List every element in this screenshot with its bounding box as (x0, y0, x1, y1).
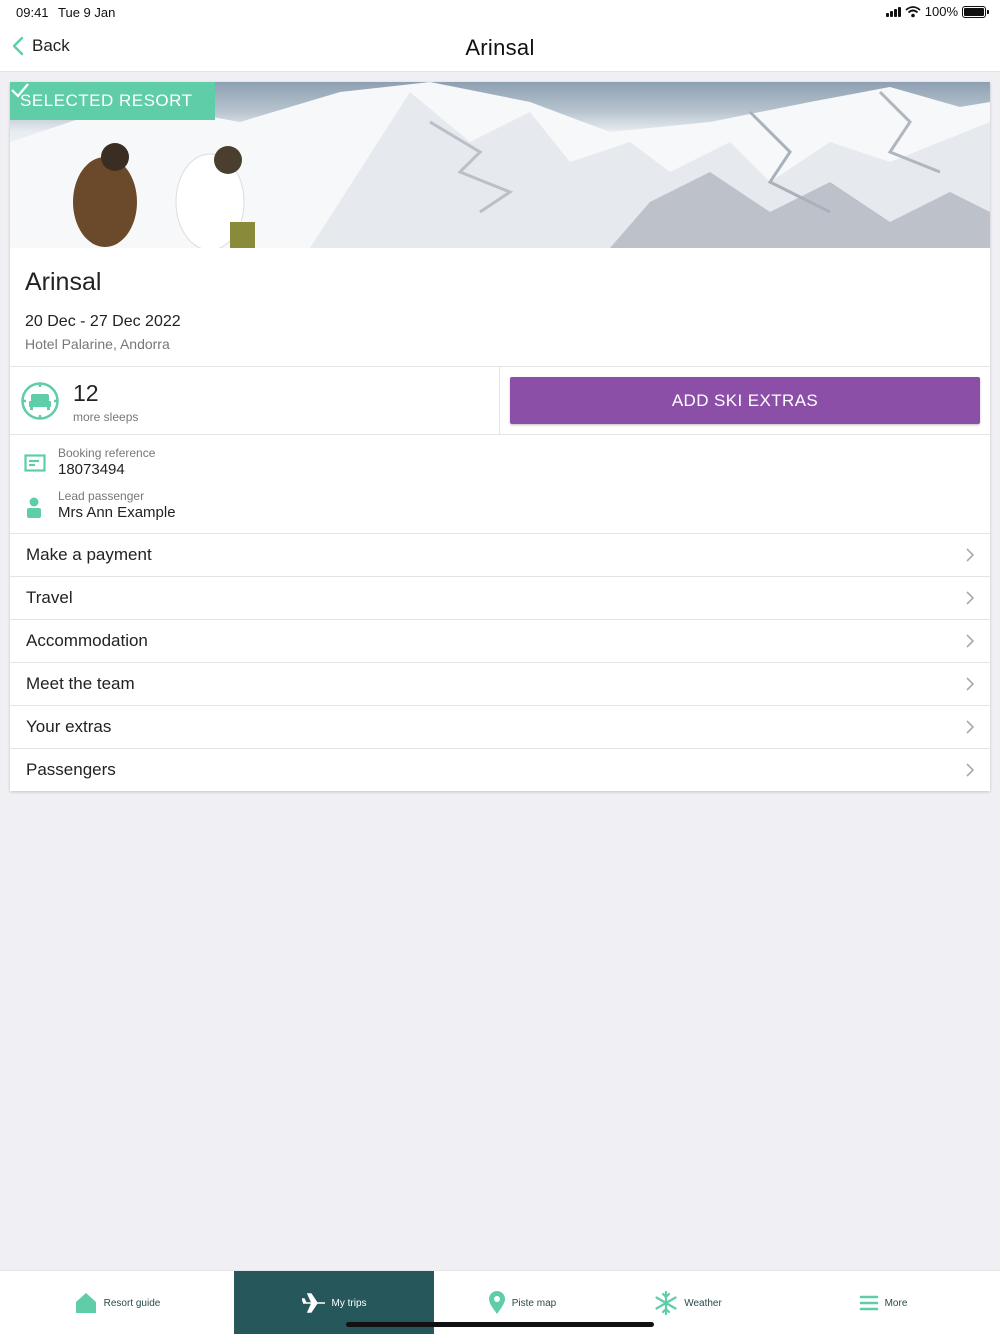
resort-hero-image: SELECTED RESORT (10, 82, 990, 248)
chevron-right-icon (966, 548, 974, 562)
menu-item-travel[interactable]: Travel (10, 576, 990, 619)
menu-item-label: Meet the team (26, 674, 135, 693)
menu-item-your-extras[interactable]: Your extras (10, 705, 990, 748)
booking-reference-value: 18073494 (58, 461, 125, 478)
chevron-right-icon (966, 591, 974, 605)
trip-card: SELECTED RESORT Arinsal 20 Dec - 27 Dec … (10, 82, 990, 791)
tab-label: Weather (684, 1297, 722, 1309)
chevron-right-icon (966, 720, 974, 734)
resort-hotel: Hotel Palarine, Andorra (25, 336, 170, 352)
tab-resort-guide[interactable]: Resort guide (0, 1271, 234, 1334)
tab-label: My trips (331, 1297, 367, 1309)
menu-item-label: Your extras (26, 717, 112, 736)
ticket-icon (24, 454, 46, 472)
home-indicator[interactable] (346, 1322, 654, 1327)
lead-passenger-label: Lead passenger (58, 489, 145, 503)
menu-item-make-payment[interactable]: Make a payment (10, 533, 990, 576)
resort-dates: 20 Dec - 27 Dec 2022 (25, 313, 181, 330)
tab-more[interactable]: More (766, 1271, 1000, 1334)
booking-reference: Booking reference 18073494 (10, 446, 610, 488)
tab-label: More (884, 1297, 908, 1309)
page-title: Arinsal (465, 35, 535, 60)
plane-icon (301, 1293, 325, 1313)
lead-passenger-value: Mrs Ann Example (58, 504, 176, 521)
status-time: 09:41 (16, 5, 49, 20)
tab-label: Piste map (511, 1297, 557, 1309)
status-bar: 09:41 Tue 9 Jan 100% (0, 0, 1000, 24)
menu-item-label: Accommodation (26, 631, 148, 650)
menu-item-accommodation[interactable]: Accommodation (10, 619, 990, 662)
menu-item-passengers[interactable]: Passengers (10, 748, 990, 791)
countdown-number: 12 (73, 380, 99, 406)
divider (10, 434, 990, 435)
menu-item-label: Make a payment (26, 545, 152, 564)
menu-item-label: Passengers (26, 760, 116, 779)
menu-item-label: Travel (26, 588, 73, 607)
battery-percent: 100% (924, 4, 958, 19)
house-icon (75, 1293, 96, 1313)
countdown-label: more sleeps (73, 410, 139, 424)
battery-icon (962, 5, 989, 18)
navigation-bar: Back Arinsal (0, 24, 1000, 72)
chevron-right-icon (966, 677, 974, 691)
selected-resort-label: SELECTED RESORT (20, 91, 193, 110)
check-icon (11, 83, 29, 98)
bed-clock-icon (21, 382, 59, 420)
menu-item-meet-the-team[interactable]: Meet the team (10, 662, 990, 705)
person-icon (27, 497, 41, 518)
trip-menu-list: Make a payment Travel Accommodation Meet… (10, 533, 990, 791)
add-ski-extras-button[interactable]: ADD SKI EXTRAS (510, 377, 980, 424)
hamburger-icon (859, 1295, 878, 1311)
countdown: 12 more sleeps (10, 367, 500, 434)
status-indicators: 100% (885, 4, 989, 19)
snowflake-icon (655, 1291, 677, 1315)
chevron-right-icon (966, 634, 974, 648)
status-date: Tue 9 Jan (58, 5, 116, 20)
selected-resort-badge: SELECTED RESORT (10, 82, 215, 120)
lead-passenger: Lead passenger Mrs Ann Example (10, 489, 610, 531)
tab-label: Resort guide (103, 1297, 161, 1309)
wifi-icon (905, 5, 921, 17)
chevron-right-icon (966, 763, 974, 777)
signal-icon (885, 6, 901, 17)
resort-name: Arinsal (25, 268, 102, 296)
map-pin-icon (488, 1291, 505, 1314)
booking-reference-label: Booking reference (58, 446, 156, 460)
